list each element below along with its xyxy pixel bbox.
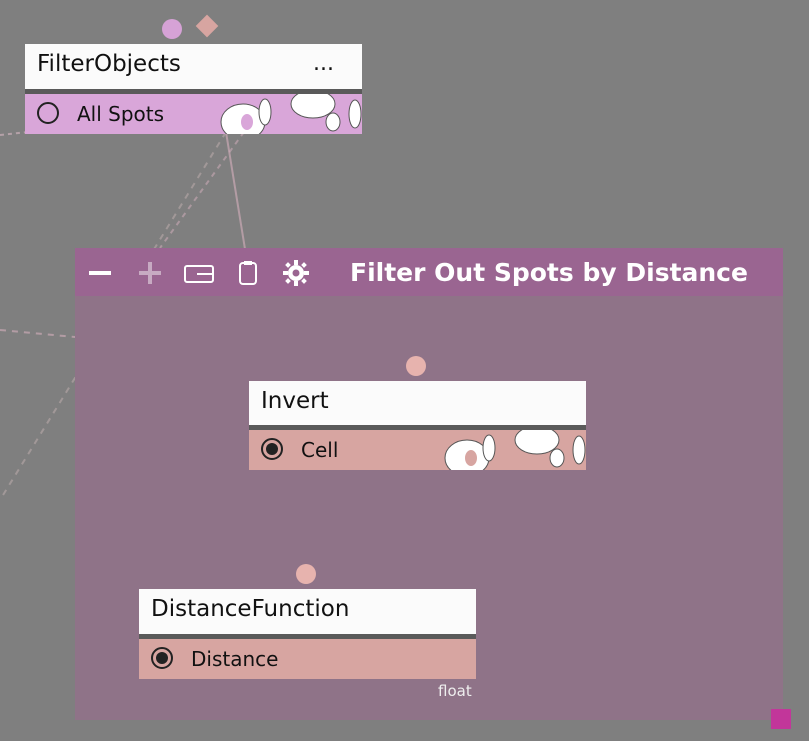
distance-port-row[interactable]: Distance <box>139 639 476 679</box>
distance-function-node[interactable]: DistanceFunction <box>139 589 476 639</box>
filter-objects-node[interactable]: FilterObjects ... <box>25 44 362 94</box>
plus-icon[interactable] <box>137 260 163 286</box>
node-graph-canvas[interactable]: FilterObjects ... All Spots Filter Out S… <box>0 0 809 741</box>
gear-icon[interactable] <box>283 260 309 286</box>
cells-thumbnail-icon <box>444 430 586 470</box>
group-header[interactable]: Filter Out Spots by Distance <box>75 248 783 296</box>
invert-input-dot[interactable] <box>406 356 426 376</box>
resize-handle[interactable] <box>771 709 791 729</box>
filter-objects-title: FilterObjects <box>37 51 181 77</box>
invert-title: Invert <box>261 388 329 414</box>
connection-line <box>0 131 29 136</box>
group-title: Filter Out Spots by Distance <box>350 258 748 287</box>
port-radio-unchecked[interactable] <box>37 102 59 124</box>
port-label: Cell <box>301 438 339 462</box>
filter-objects-port-row[interactable]: All Spots <box>25 94 362 134</box>
minus-icon[interactable] <box>87 260 113 286</box>
cells-thumbnail-icon <box>220 94 362 134</box>
distance-function-title: DistanceFunction <box>151 596 350 622</box>
connection-line <box>159 131 245 249</box>
invert-port-row[interactable]: Cell <box>249 430 586 470</box>
invert-node[interactable]: Invert <box>249 381 586 430</box>
port-type-hint: float <box>438 682 472 700</box>
port-label: Distance <box>191 647 279 671</box>
port-radio-checked[interactable] <box>261 438 283 460</box>
connection-line <box>0 329 76 338</box>
node-menu-button[interactable]: ... <box>313 44 334 84</box>
port-radio-checked[interactable] <box>151 647 173 669</box>
clipboard-icon[interactable] <box>235 260 261 286</box>
distance-input-dot[interactable] <box>296 564 316 584</box>
filter-objects-input-dot[interactable] <box>162 19 182 39</box>
port-label: All Spots <box>77 102 165 126</box>
wallet-icon[interactable] <box>183 260 215 286</box>
